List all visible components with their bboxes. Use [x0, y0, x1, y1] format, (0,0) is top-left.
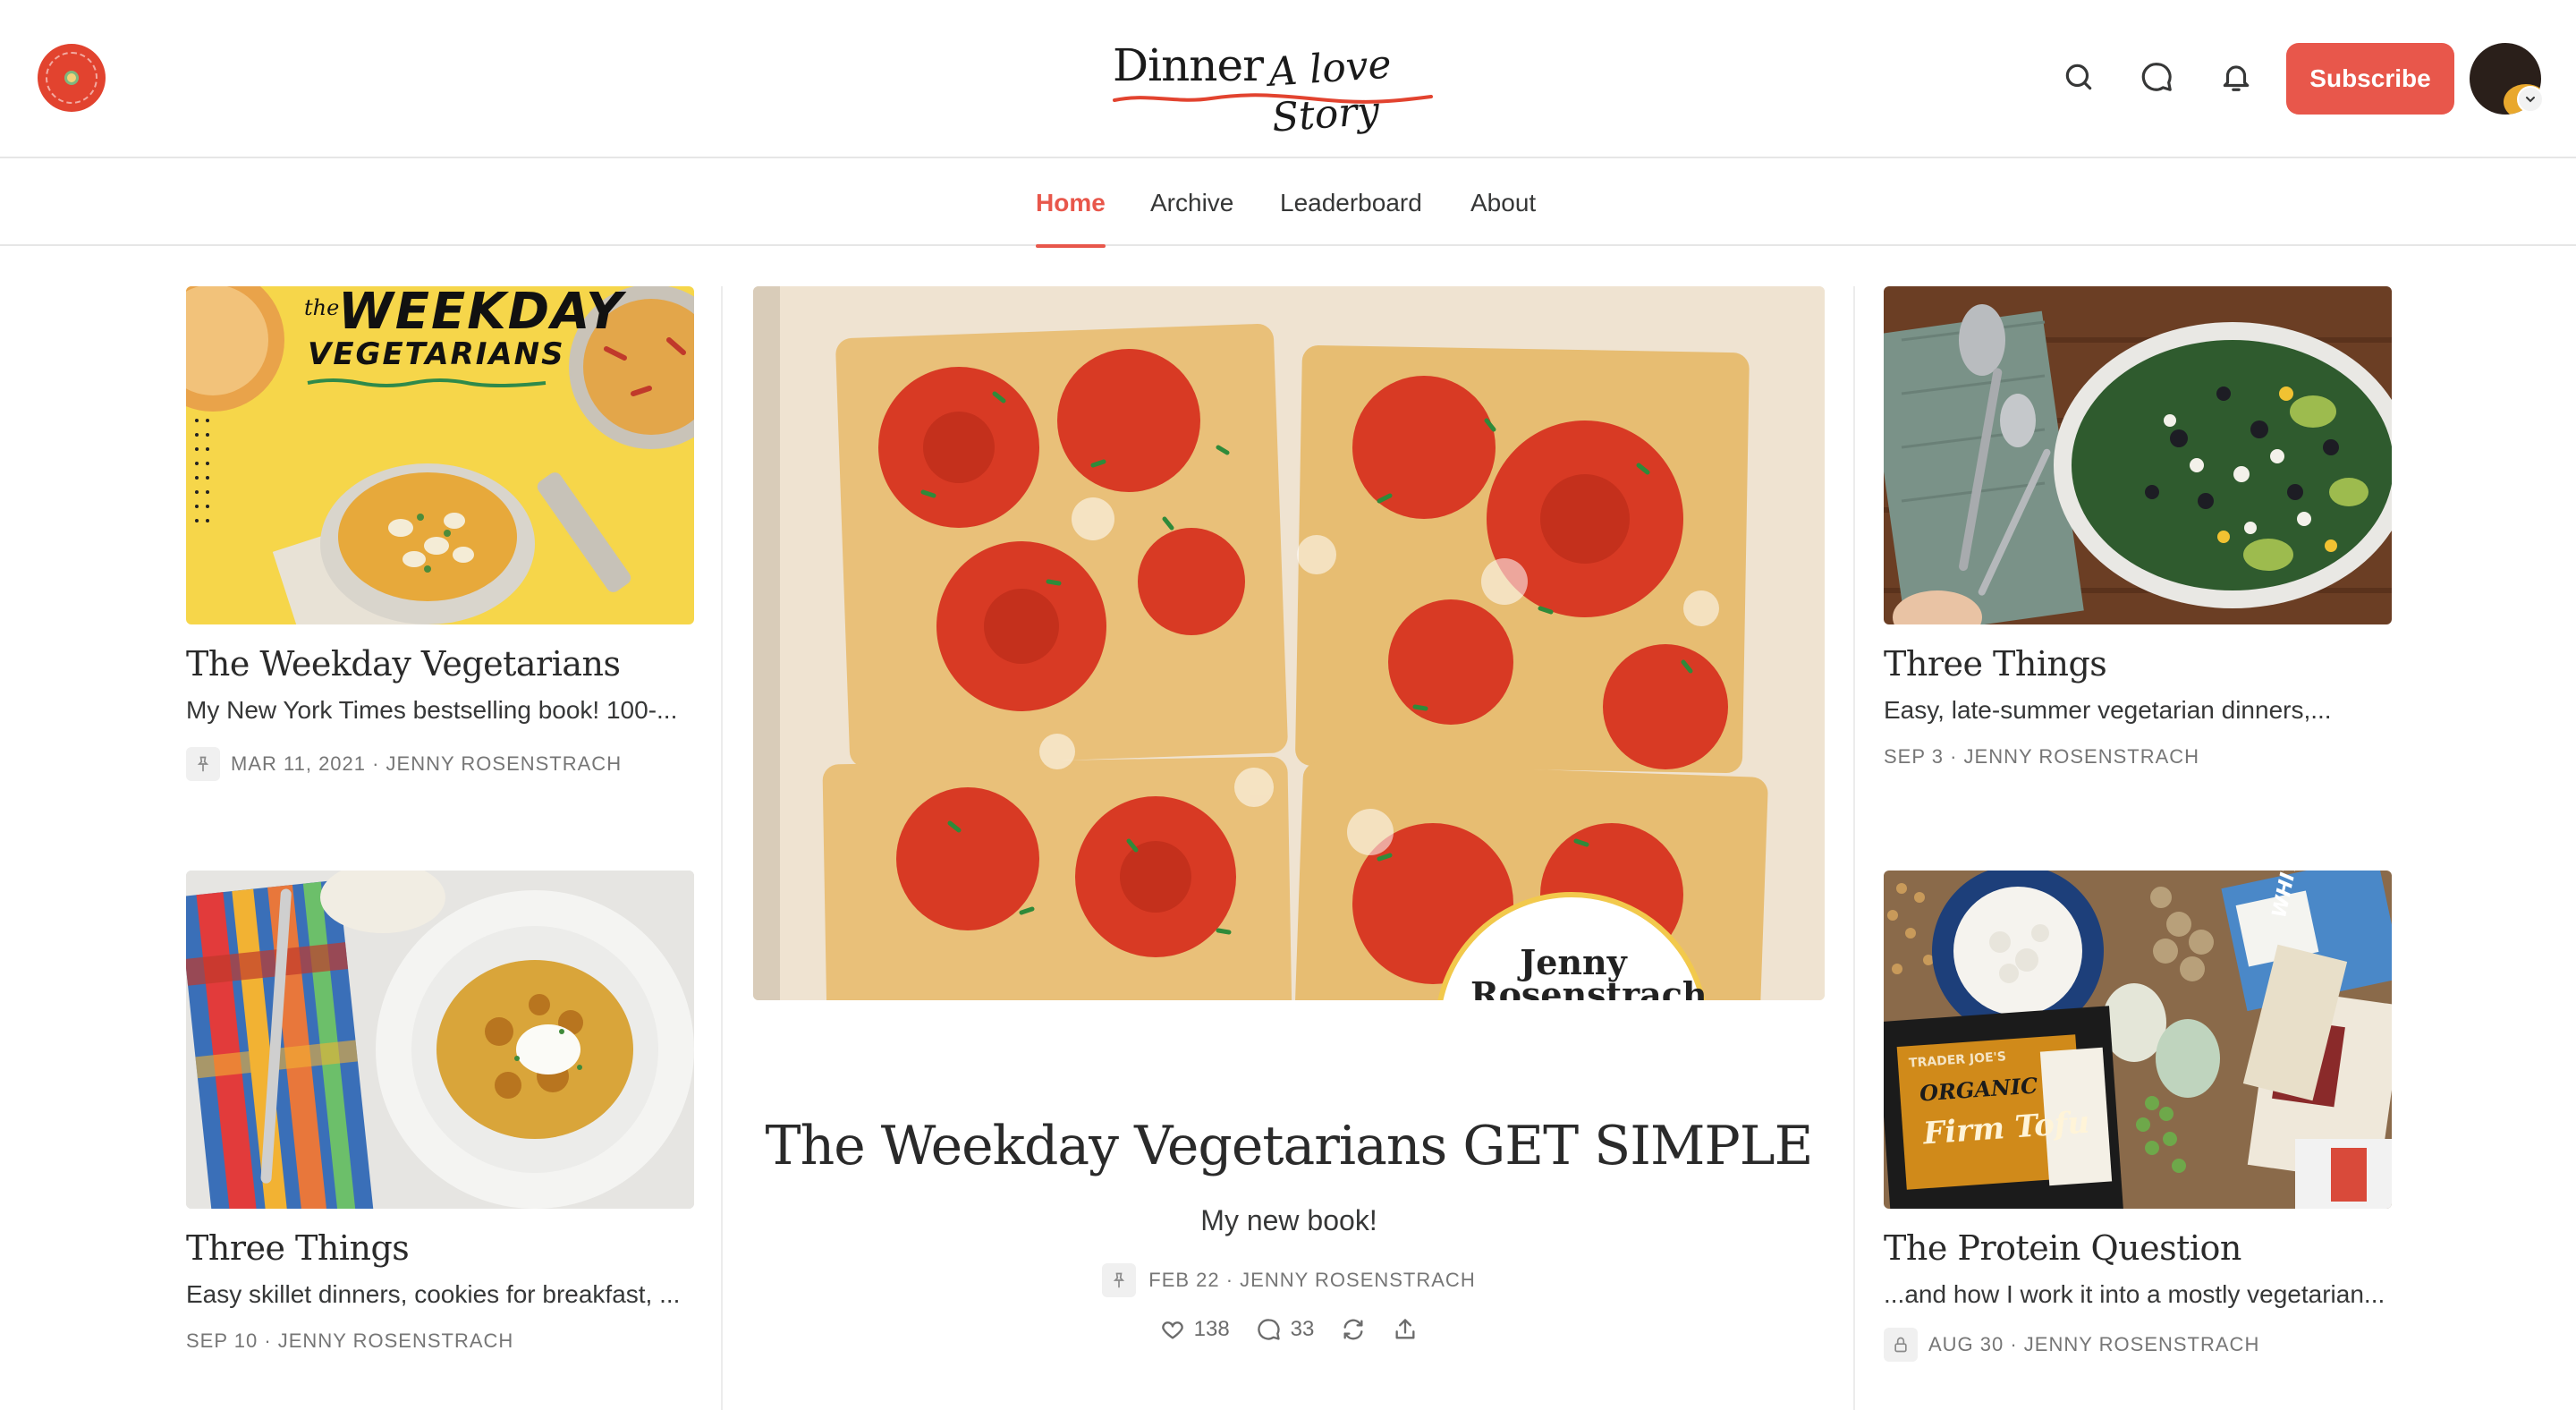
logo-flower-icon — [64, 71, 79, 85]
post-card[interactable]: TRADER JOE'S ORGANIC Firm Tofu WHITE qui… — [1884, 871, 2392, 1372]
restack-icon — [1343, 1319, 1363, 1340]
post-subtitle: Easy, late-summer vegetarian dinners,... — [1884, 696, 2332, 724]
cover-text-vegetarians: VEGETARIANS — [308, 336, 565, 372]
brand-name: Dinner — [1113, 39, 1264, 91]
chat-icon[interactable] — [2136, 55, 2179, 98]
book-author-badge: Jenny Rosenstrach — [1470, 946, 1707, 1001]
post-thumbnail[interactable]: the WEEKDAY VEGETARIANS — [186, 286, 694, 624]
nav-home[interactable]: Home — [1036, 160, 1106, 248]
logo-ring — [46, 52, 97, 104]
featured-post-meta: FEB 22 · JENNY ROSENSTRACH — [753, 1263, 1825, 1297]
post-thumbnail[interactable]: TRADER JOE'S ORGANIC Firm Tofu WHITE qui… — [1884, 871, 2392, 1209]
wordmark-underline — [1113, 93, 1433, 104]
post-thumbnail[interactable] — [1884, 286, 2392, 624]
subscribe-button[interactable]: Subscribe — [2286, 43, 2454, 115]
main-nav: Home Archive Leaderboard About — [0, 160, 2576, 248]
cover-text-the: the — [304, 295, 340, 320]
comment-icon — [1258, 1319, 1280, 1340]
post-subtitle: My New York Times bestselling book! 100-… — [186, 696, 678, 724]
post-date-author: SEP 10 · JENNY ROSENSTRACH — [186, 1329, 514, 1352]
post-meta: SEP 3 · JENNY ROSENSTRACH — [1884, 745, 2392, 769]
lock-icon — [1884, 1328, 1918, 1362]
share-icon — [1395, 1319, 1415, 1339]
pin-icon — [1102, 1263, 1137, 1297]
featured-date-author: FEB 22 · JENNY ROSENSTRACH — [1148, 1269, 1476, 1291]
post-title[interactable]: Three Things — [1884, 644, 2392, 684]
post-card[interactable]: Three Things Easy skillet dinners, cooki… — [186, 871, 694, 1372]
column-divider-right — [1853, 286, 1855, 1410]
like-button[interactable]: 138 — [1160, 1317, 1230, 1342]
post-meta: AUG 30 · JENNY ROSENSTRACH — [1884, 1328, 2392, 1362]
restack-button[interactable] — [1341, 1317, 1366, 1342]
post-thumbnail[interactable] — [186, 871, 694, 1209]
pin-icon — [186, 747, 220, 781]
search-icon[interactable] — [2057, 55, 2100, 98]
cover-underline — [307, 378, 547, 387]
featured-post-subtitle: My new book! — [1200, 1204, 1377, 1236]
post-card[interactable]: the WEEKDAY VEGETARIANS The Weekday Vege… — [186, 286, 694, 787]
publication-logo[interactable] — [38, 44, 106, 112]
cover-text-weekday: WEEKDAY — [338, 286, 624, 341]
chevron-down-icon[interactable] — [2517, 86, 2544, 113]
featured-post-title[interactable]: The Weekday Vegetarians GET SIMPLE — [753, 1115, 1825, 1177]
post-subtitle: Easy skillet dinners, cookies for breakf… — [186, 1280, 681, 1308]
badge-line-2: Rosenstrach — [1470, 974, 1707, 1001]
share-button[interactable] — [1393, 1317, 1418, 1342]
post-date-author: SEP 3 · JENNY ROSENSTRACH — [1884, 745, 2200, 768]
column-divider-left — [721, 286, 723, 1410]
post-date-author: MAR 11, 2021 · JENNY ROSENSTRACH — [231, 752, 623, 775]
nav-about[interactable]: About — [1470, 160, 1536, 246]
post-title[interactable]: Three Things — [186, 1228, 694, 1268]
nav-leaderboard[interactable]: Leaderboard — [1280, 160, 1422, 246]
post-title[interactable]: The Protein Question — [1884, 1228, 2392, 1268]
comment-button[interactable]: 33 — [1257, 1317, 1315, 1342]
site-header: Dinner A love Story Subscribe — [0, 0, 2576, 158]
publication-wordmark[interactable]: Dinner A love Story — [1113, 36, 1470, 141]
brand-tagline: A love Story — [1267, 41, 1394, 141]
nav-archive[interactable]: Archive — [1150, 160, 1233, 246]
post-meta: MAR 11, 2021 · JENNY ROSENSTRACH — [186, 747, 694, 781]
comment-count: 33 — [1290, 1317, 1315, 1341]
featured-post-image[interactable]: Jenny Rosenstrach — [753, 286, 1825, 1000]
post-subtitle: ...and how I work it into a mostly veget… — [1884, 1280, 2385, 1308]
featured-post-actions: 138 33 — [753, 1317, 1825, 1342]
post-title[interactable]: The Weekday Vegetarians — [186, 644, 694, 684]
post-meta: SEP 10 · JENNY ROSENSTRACH — [186, 1329, 694, 1353]
like-count: 138 — [1193, 1317, 1230, 1341]
post-card[interactable]: Three Things Easy, late-summer vegetaria… — [1884, 286, 2392, 787]
heart-icon — [1161, 1321, 1183, 1339]
bell-icon[interactable] — [2215, 55, 2258, 98]
post-date-author: AUG 30 · JENNY ROSENSTRACH — [1928, 1333, 2260, 1355]
